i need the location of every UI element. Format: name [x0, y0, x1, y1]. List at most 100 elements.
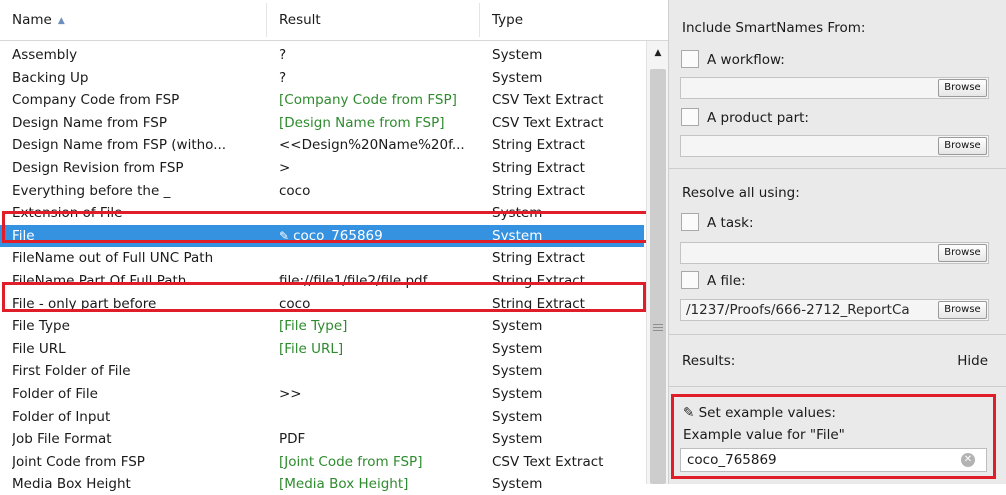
- task-path: [686, 243, 941, 263]
- column-header-result-label: Result: [279, 12, 321, 28]
- row-result: file://file1/file2/file.pdf: [279, 270, 489, 292]
- product-part-browse-button[interactable]: Browse: [938, 137, 987, 155]
- column-header-result[interactable]: Result: [267, 0, 479, 40]
- row-result: [279, 360, 489, 382]
- example-values-section: ✎ Set example values: Example value for …: [671, 394, 996, 479]
- product-part-path: [686, 136, 941, 156]
- table-row[interactable]: File - only part before _ coco String Extr…: [0, 293, 644, 315]
- task-checkbox[interactable]: [681, 213, 699, 231]
- row-type: String Extract: [492, 273, 585, 289]
- row-result: ?: [279, 67, 489, 89]
- product-part-label: A product part:: [707, 110, 809, 126]
- list-header: Name ▲ Result Type: [0, 0, 668, 41]
- file-path-field[interactable]: /1237/Proofs/666-2712_ReportCa Browse: [680, 299, 989, 321]
- table-row[interactable]: File Type [File Type] System: [0, 315, 644, 337]
- task-browse-button[interactable]: Browse: [938, 244, 987, 262]
- table-row[interactable]: Backing Up? System: [0, 67, 644, 89]
- task-field[interactable]: Browse: [680, 242, 989, 264]
- row-result-text: ?: [279, 47, 287, 63]
- row-result-text: [File Type]: [279, 318, 348, 335]
- row-name: Design Name from FSP (witho...: [12, 137, 227, 154]
- table-row[interactable]: First Folder of File System: [0, 360, 644, 382]
- column-header-type[interactable]: Type: [480, 0, 668, 40]
- row-type: System: [492, 340, 543, 357]
- clear-input-icon[interactable]: ✕: [961, 453, 975, 467]
- example-values-title: ✎ Set example values:: [683, 403, 836, 423]
- row-name: File: [12, 227, 35, 244]
- row-result: [File URL]: [279, 338, 489, 360]
- row-result: [279, 406, 489, 428]
- table-row[interactable]: Company Code from FSP [Company Code from …: [0, 89, 644, 111]
- scroll-thumb[interactable]: [650, 69, 666, 484]
- product-part-option[interactable]: A product part:: [681, 107, 809, 129]
- table-row[interactable]: Joint Code from FSP [Joint Code from FSP]…: [0, 451, 644, 473]
- table-row[interactable]: Folder of File >> System: [0, 383, 644, 405]
- row-result: [Media Box Height]: [279, 473, 489, 495]
- table-row-selected[interactable]: File ✎ coco_765869 System: [0, 224, 644, 247]
- row-name: File URL: [12, 340, 66, 357]
- scroll-up-arrow-icon[interactable]: ▲: [647, 41, 669, 65]
- row-result: <<Design%20Name%20f...: [279, 134, 489, 156]
- include-smartnames-title: Include SmartNames From:: [682, 20, 866, 36]
- row-result: ✎ coco_765869: [279, 225, 489, 247]
- row-result: [279, 202, 489, 224]
- table-row[interactable]: FileName out of Full UNC Path String Extr…: [0, 247, 644, 269]
- row-name: Folder of File: [12, 386, 98, 402]
- smartnames-list: Name ▲ Result Type Assembly? System Backing…: [0, 0, 669, 492]
- row-name: First Folder of File: [12, 363, 131, 380]
- workflow-field[interactable]: Browse: [680, 77, 989, 99]
- workflow-checkbox[interactable]: [681, 50, 699, 68]
- row-result-text: coco: [279, 182, 311, 199]
- row-result: [Design Name from FSP]: [279, 112, 489, 134]
- row-name: Everything before the _: [12, 182, 171, 199]
- table-row[interactable]: File URL [File URL] System: [0, 338, 644, 360]
- file-option[interactable]: A file:: [681, 270, 746, 292]
- table-row[interactable]: Everything before the _ coco String Extrac…: [0, 180, 644, 202]
- table-row[interactable]: Folder of Input System: [0, 406, 644, 428]
- product-part-field[interactable]: Browse: [680, 135, 989, 157]
- row-type: String Extract: [492, 250, 585, 267]
- column-header-name[interactable]: Name ▲: [0, 0, 266, 40]
- row-result-text: [Joint Code from FSP]: [279, 453, 423, 470]
- row-result-text: >>: [279, 386, 302, 402]
- row-name: Extension of File: [12, 205, 123, 222]
- example-value-input[interactable]: [680, 448, 987, 472]
- workflow-option[interactable]: A workflow:: [681, 49, 785, 71]
- row-type: String Extract: [492, 182, 585, 199]
- table-row[interactable]: Job File Format PDF System: [0, 428, 644, 450]
- row-result: [Joint Code from FSP]: [279, 451, 489, 473]
- section-divider: [669, 168, 1006, 169]
- pencil-icon[interactable]: ✎: [279, 225, 289, 247]
- table-row[interactable]: Design Name from FSP [Design Name from FS…: [0, 112, 644, 134]
- hide-results-link[interactable]: Hide: [957, 351, 988, 371]
- row-result: [File Type]: [279, 315, 489, 337]
- row-type: String Extract: [492, 295, 585, 312]
- row-name: File Type: [12, 318, 70, 335]
- row-result-text: [Media Box Height]: [279, 476, 409, 493]
- table-row[interactable]: Assembly? System: [0, 44, 644, 66]
- file-browse-button[interactable]: Browse: [938, 301, 987, 319]
- row-type: System: [492, 363, 543, 380]
- row-result-text: >: [279, 160, 291, 176]
- row-type: System: [492, 431, 543, 448]
- table-row[interactable]: Media Box Height [Media Box Height] System: [0, 473, 644, 495]
- task-option[interactable]: A task:: [681, 212, 754, 234]
- file-path: /1237/Proofs/666-2712_ReportCa: [686, 302, 910, 318]
- table-row[interactable]: FileName Part Of Full Path file://file1/f…: [0, 270, 644, 292]
- row-name: File - only part before _: [12, 295, 168, 312]
- row-result: coco: [279, 180, 489, 202]
- row-type: System: [492, 476, 543, 493]
- row-type: System: [492, 386, 543, 402]
- table-row[interactable]: Design Revision from FSP > String Extract: [0, 157, 644, 179]
- file-checkbox[interactable]: [681, 271, 699, 289]
- row-result: coco: [279, 293, 489, 315]
- vertical-scrollbar[interactable]: ▲: [646, 41, 669, 484]
- workflow-browse-button[interactable]: Browse: [938, 79, 987, 97]
- row-name: FileName out of Full UNC Path: [12, 250, 214, 267]
- table-row[interactable]: Design Name from FSP (witho... <<Design%2…: [0, 134, 644, 156]
- sort-ascending-icon: ▲: [57, 16, 65, 26]
- table-row[interactable]: Extension of File System: [0, 202, 644, 224]
- product-part-checkbox[interactable]: [681, 108, 699, 126]
- results-label: Results:: [682, 353, 736, 369]
- row-name: Assembly: [12, 47, 78, 63]
